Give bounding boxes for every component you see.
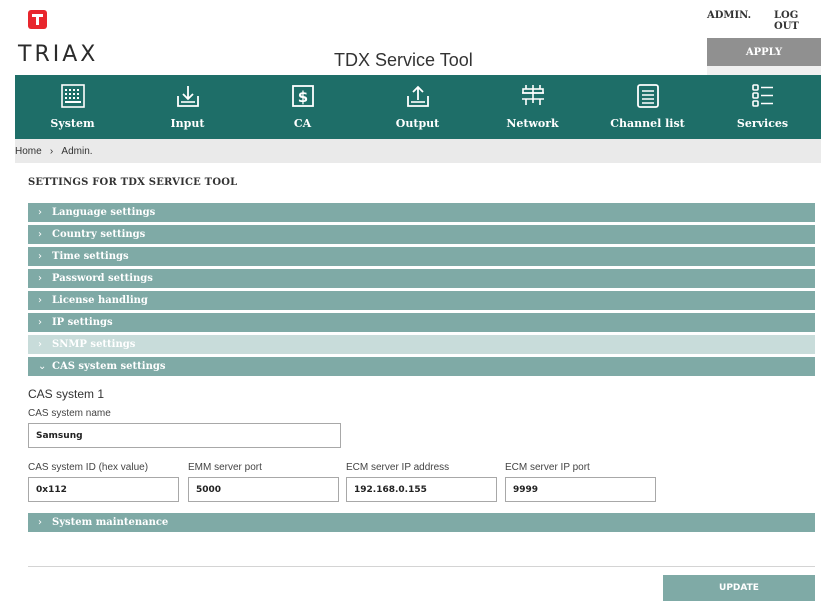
emm-port-input[interactable] <box>188 477 339 502</box>
nav-item-input[interactable]: Input <box>130 75 245 139</box>
chevron-right-icon: › <box>38 207 42 218</box>
cas-system-heading: CAS system 1 <box>28 387 105 401</box>
chevron-right-icon: › <box>38 229 42 240</box>
svg-text:$: $ <box>297 88 307 106</box>
nav-item-ca[interactable]: $ CA <box>245 75 360 139</box>
section-ip-settings[interactable]: › IP settings <box>28 313 815 332</box>
nav-item-services[interactable]: Services <box>705 75 820 139</box>
chevron-right-icon: › <box>38 295 42 306</box>
triax-logo-icon <box>28 10 47 29</box>
section-label: Time settings <box>52 251 129 262</box>
brand-name: TRIAX <box>18 42 99 67</box>
services-icon <box>751 84 773 107</box>
section-country-settings[interactable]: › Country settings <box>28 225 815 244</box>
page-title: SETTINGS FOR TDX SERVICE TOOL <box>28 177 238 188</box>
nav-label-ca: CA <box>293 117 312 130</box>
section-label: Password settings <box>52 273 153 284</box>
input-icon <box>176 86 199 107</box>
chevron-down-icon: ⌄ <box>38 361 47 372</box>
apply-button[interactable]: APPLY <box>707 38 821 66</box>
section-label: Country settings <box>52 229 146 240</box>
ca-dollar-icon: $ <box>291 85 314 107</box>
cas-name-label: CAS system name <box>28 408 111 419</box>
section-snmp-settings[interactable]: › SNMP settings <box>28 335 815 354</box>
app-header: TRIAX TDX Service Tool ADMIN. LOG OUT AP… <box>0 0 821 75</box>
nav-item-channel-list[interactable]: Channel list <box>590 75 705 139</box>
section-label: CAS system settings <box>52 361 166 372</box>
breadcrumb-current: Admin. <box>61 146 93 157</box>
nav-label-services: Services <box>736 117 789 130</box>
nav-label-network: Network <box>506 117 559 130</box>
apply-button-shadow <box>707 66 821 75</box>
chevron-right-icon: › <box>38 251 42 262</box>
update-button[interactable]: UPDATE <box>663 575 815 601</box>
nav-label-output: Output <box>395 117 440 130</box>
chevron-right-icon: › <box>38 273 42 284</box>
section-label: Language settings <box>52 207 156 218</box>
ecm-ip-input[interactable] <box>346 477 497 502</box>
section-label: SNMP settings <box>52 339 136 350</box>
logout-link[interactable]: LOG OUT <box>774 10 821 32</box>
chevron-right-icon: › <box>38 517 42 528</box>
chevron-right-icon: › <box>38 317 42 328</box>
nav-label-channel-list: Channel list <box>610 117 685 130</box>
network-icon <box>521 85 544 105</box>
section-license-handling[interactable]: › License handling <box>28 291 815 310</box>
chevron-right-icon: › <box>38 339 42 350</box>
section-system-maintenance[interactable]: › System maintenance <box>28 513 815 532</box>
app-title: TDX Service Tool <box>334 50 473 70</box>
breadcrumb-separator-icon: › <box>49 146 54 157</box>
section-label: License handling <box>52 295 148 306</box>
nav-item-network[interactable]: Network <box>475 75 590 139</box>
nav-label-input: Input <box>170 117 205 130</box>
breadcrumb-home[interactable]: Home <box>15 146 42 157</box>
section-password-settings[interactable]: › Password settings <box>28 269 815 288</box>
cas-name-input[interactable] <box>28 423 341 448</box>
admin-link[interactable]: ADMIN. <box>707 10 751 21</box>
channel-list-icon <box>636 84 659 108</box>
breadcrumb: Home › Admin. <box>15 139 821 163</box>
main-nav: System Input $ CA Output Network Channel… <box>15 75 821 139</box>
nav-item-system[interactable]: System <box>15 75 130 139</box>
cas-id-label: CAS system ID (hex value) <box>28 462 149 473</box>
ecm-port-label: ECM server IP port <box>505 462 590 473</box>
ecm-port-input[interactable] <box>505 477 656 502</box>
section-label: System maintenance <box>52 517 169 528</box>
section-cas-system-settings[interactable]: ⌄ CAS system settings <box>28 357 815 376</box>
left-gutter <box>0 139 15 607</box>
section-label: IP settings <box>52 317 113 328</box>
section-time-settings[interactable]: › Time settings <box>28 247 815 266</box>
ecm-ip-label: ECM server IP address <box>346 462 450 473</box>
nav-item-output[interactable]: Output <box>360 75 475 139</box>
nav-label-system: System <box>50 117 95 130</box>
footer-divider <box>28 566 815 567</box>
emm-port-label: EMM server port <box>188 462 262 473</box>
cas-id-input[interactable] <box>28 477 179 502</box>
section-language-settings[interactable]: › Language settings <box>28 203 815 222</box>
system-icon <box>60 84 85 108</box>
output-icon <box>406 85 429 107</box>
